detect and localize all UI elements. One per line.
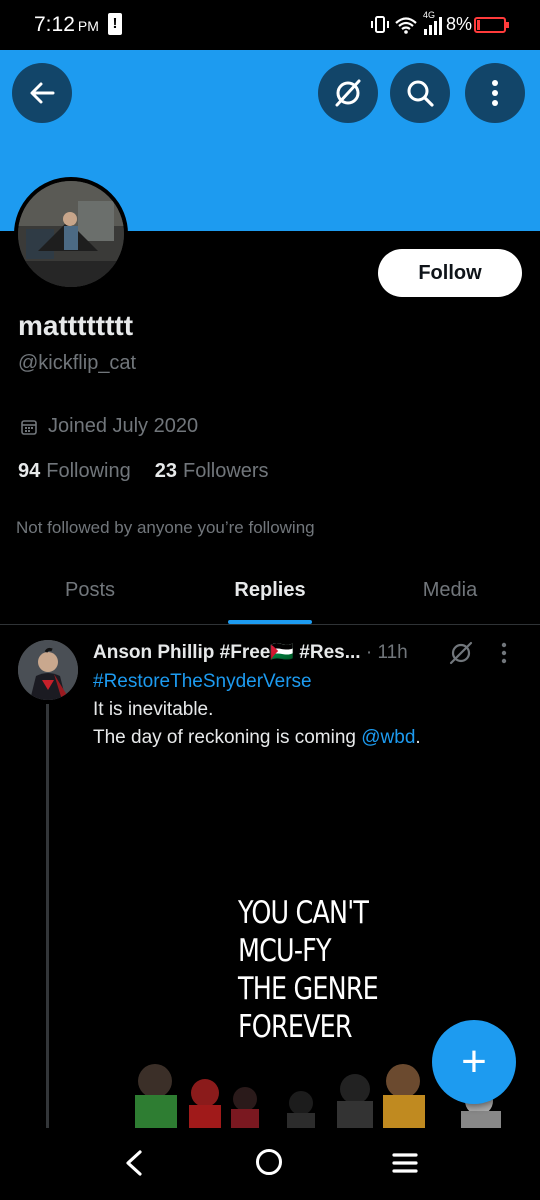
profile-tabs: Posts Replies Media [0, 555, 540, 625]
followers-link[interactable]: 23 Followers [155, 460, 269, 483]
tab-media[interactable]: Media [360, 555, 540, 624]
battery-icon [474, 17, 509, 33]
back-button[interactable] [12, 63, 72, 123]
follow-button[interactable]: Follow [378, 249, 522, 297]
following-link[interactable]: 94 Following [18, 460, 131, 483]
hashtag-link[interactable]: #RestoreTheSnyderVerse [93, 671, 312, 692]
username-handle: @kickflip_cat [18, 352, 137, 374]
image-caption-text: YOU CAN'T MCU-FY THE GENRE FOREVER [238, 895, 379, 1045]
post-time[interactable]: 11h [377, 642, 407, 663]
display-name: matttttttt [18, 310, 134, 341]
nav-back-icon[interactable] [122, 1148, 146, 1178]
nav-recents-icon[interactable] [392, 1152, 418, 1174]
post-text: #RestoreTheSnyderVerse It is inevitable.… [93, 671, 421, 748]
more-options-button[interactable] [465, 63, 525, 123]
mention-link[interactable]: @wbd [361, 727, 415, 748]
post-author-avatar[interactable] [18, 640, 78, 700]
grok-icon [335, 79, 361, 107]
arrow-left-icon [30, 82, 55, 104]
battery-percent: 8% [446, 14, 473, 34]
more-vertical-icon [492, 80, 498, 106]
status-time: 7:12 PM [34, 13, 99, 36]
grok-icon[interactable] [448, 640, 474, 671]
tab-replies[interactable]: Replies [180, 555, 360, 624]
post-header: Anson Phillip #Free🇵🇸 #Res... · 11h [93, 642, 408, 663]
network-type: 4G [423, 10, 436, 20]
not-followed-notice: Not followed by anyone you’re following [16, 518, 315, 537]
profile-avatar[interactable] [14, 177, 128, 291]
status-bar: 7:12 PM ! 4G 8% [0, 0, 540, 50]
alert-icon: ! [108, 13, 122, 35]
post-more-icon[interactable] [500, 642, 508, 669]
compose-button[interactable]: + [432, 1020, 516, 1104]
calendar-icon [21, 419, 37, 435]
joined-date: Joined July 2020 [20, 415, 198, 438]
search-icon [407, 80, 434, 107]
search-button[interactable] [390, 63, 450, 123]
follow-counts: 94 Following 23 Followers [18, 460, 269, 483]
thread-line [46, 704, 49, 1129]
grok-button[interactable] [318, 63, 378, 123]
tab-posts[interactable]: Posts [0, 555, 180, 624]
nav-home-icon[interactable] [256, 1149, 282, 1175]
post-author-name[interactable]: Anson Phillip #Free🇵🇸 #Res... [93, 642, 361, 663]
system-navigation-bar [0, 1128, 540, 1200]
